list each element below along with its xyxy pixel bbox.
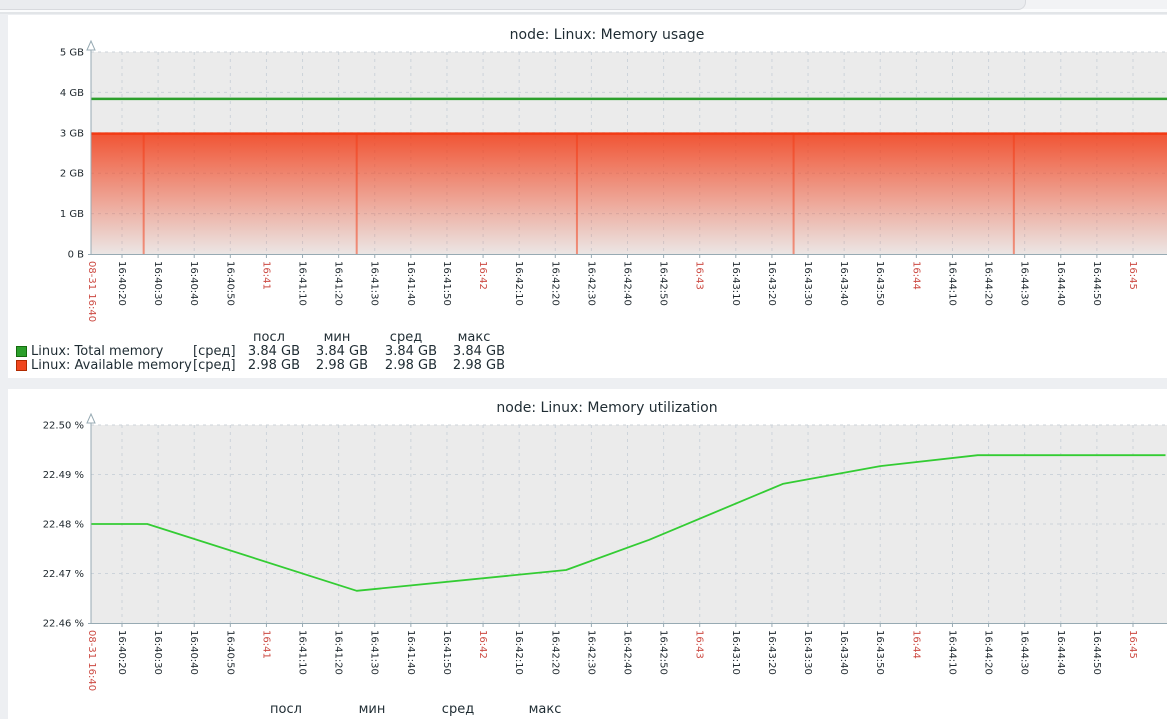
y-tick-label: 22.49 % <box>43 470 84 481</box>
x-tick-label: 16:42 <box>477 630 488 659</box>
x-tick-label: 16:41:30 <box>369 261 380 306</box>
x-tick-label: 16:40:20 <box>116 630 127 675</box>
x-tick-label: 16:40:50 <box>224 630 235 675</box>
x-tick-label: 16:41:40 <box>405 261 416 306</box>
x-tick-label: 16:43:10 <box>730 261 741 306</box>
y-tick-label: 4 GB <box>60 88 84 99</box>
x-tick-label: 16:42:40 <box>621 261 632 306</box>
x-tick-label: 16:44:50 <box>1091 630 1102 675</box>
x-tick-label: 16:42:10 <box>513 630 524 675</box>
x-tick-label: 16:44:30 <box>1019 261 1030 306</box>
x-tick-label: 16:42:20 <box>549 261 560 306</box>
x-tick-label: 16:43:50 <box>874 261 885 306</box>
x-tick-label: 08-31 16:40 <box>86 261 97 322</box>
browser-tab-edge[interactable] <box>0 0 1026 10</box>
x-tick-label: 16:40:50 <box>224 261 235 306</box>
x-tick-label: 16:43:10 <box>730 630 741 675</box>
x-tick-label: 16:42:40 <box>621 630 632 675</box>
x-tick-label: 16:40:20 <box>116 261 127 306</box>
x-tick-label: 16:42:30 <box>585 630 596 675</box>
x-tick-label: 16:42:20 <box>549 630 560 675</box>
memory-usage-graph[interactable]: 5 GB 4 GB 3 GB 2 GB 1 GB 0 B08-31 16:40 16:40:… <box>8 15 1167 378</box>
x-tick-label: 16:44:30 <box>1019 630 1030 675</box>
x-tick-label: 16:43:20 <box>766 630 777 675</box>
x-tick-label: 16:42:50 <box>658 261 669 306</box>
x-tick-label: 16:44:20 <box>983 630 994 675</box>
x-tick-label: 16:44:20 <box>983 261 994 306</box>
x-tick-label: 16:44:10 <box>946 261 957 306</box>
x-tick-label: 16:42:10 <box>513 261 524 306</box>
x-tick-label: 16:40:40 <box>188 630 199 675</box>
y-tick-label: 3 GB <box>60 128 84 139</box>
x-tick-label: 16:43:50 <box>874 630 885 675</box>
x-tick-label: 16:41 <box>260 630 271 659</box>
x-tick-label: 16:44:40 <box>1055 261 1066 306</box>
chrome-divider <box>0 12 1167 14</box>
x-tick-label: 16:41:10 <box>297 630 308 675</box>
x-tick-label: 16:41:20 <box>333 261 344 306</box>
available-memory-area <box>91 134 1167 254</box>
y-tick-label: 0 B <box>68 250 85 261</box>
memory-utilization-widget: node: Linux: Memory utilization 22.50 %2… <box>8 389 1167 719</box>
x-tick-label: 16:42 <box>477 261 488 290</box>
x-tick-label: 16:42:30 <box>585 261 596 306</box>
memory-usage-widget: node: Linux: Memory usage 5 GB4 GB3 GB2 … <box>8 15 1167 378</box>
x-tick-label: 16:44:50 <box>1091 261 1102 306</box>
x-tick-label: 16:44:10 <box>946 630 957 675</box>
y-axis-arrow <box>87 414 95 423</box>
x-tick-label: 16:45 <box>1127 261 1138 290</box>
x-tick-label: 16:44 <box>910 261 921 290</box>
browser-chrome <box>0 0 1167 14</box>
x-tick-label: 16:43 <box>694 630 705 659</box>
x-tick-label: 16:43:20 <box>766 261 777 306</box>
x-tick-label: 16:41:40 <box>405 630 416 675</box>
x-tick-label: 16:40:30 <box>152 630 163 675</box>
x-tick-label: 16:40:40 <box>188 261 199 306</box>
x-tick-label: 16:43 <box>694 261 705 290</box>
x-tick-label: 16:43:40 <box>838 630 849 675</box>
y-tick-label: 22.47 % <box>43 569 84 580</box>
y-tick-label: 22.46 % <box>43 619 84 630</box>
y-tick-label: 2 GB <box>60 169 84 180</box>
x-tick-label: 16:44:40 <box>1055 630 1066 675</box>
x-tick-label: 16:41:10 <box>297 261 308 306</box>
x-tick-label: 16:41 <box>260 261 271 290</box>
memory-utilization-graph[interactable]: 22.50 % 22.49 % 22.48 % 22.47 % 22.46 %08-31… <box>8 389 1167 719</box>
x-tick-label: 16:41:30 <box>369 630 380 675</box>
y-tick-label: 22.50 % <box>43 421 84 432</box>
y-tick-label: 5 GB <box>60 48 84 59</box>
x-tick-label: 16:41:50 <box>441 261 452 306</box>
x-tick-label: 16:45 <box>1127 630 1138 659</box>
x-tick-label: 16:43:40 <box>838 261 849 306</box>
x-tick-label: 16:43:30 <box>802 261 813 306</box>
y-tick-label: 22.48 % <box>43 520 84 531</box>
x-tick-label: 16:44 <box>910 630 921 659</box>
x-tick-label: 08-31 16:40 <box>86 630 97 691</box>
x-tick-label: 16:40:30 <box>152 261 163 306</box>
y-axis-arrow <box>87 41 95 50</box>
x-tick-label: 16:41:20 <box>333 630 344 675</box>
x-tick-label: 16:41:50 <box>441 630 452 675</box>
x-tick-label: 16:42:50 <box>658 630 669 675</box>
y-tick-label: 1 GB <box>60 209 84 220</box>
x-tick-label: 16:43:30 <box>802 630 813 675</box>
